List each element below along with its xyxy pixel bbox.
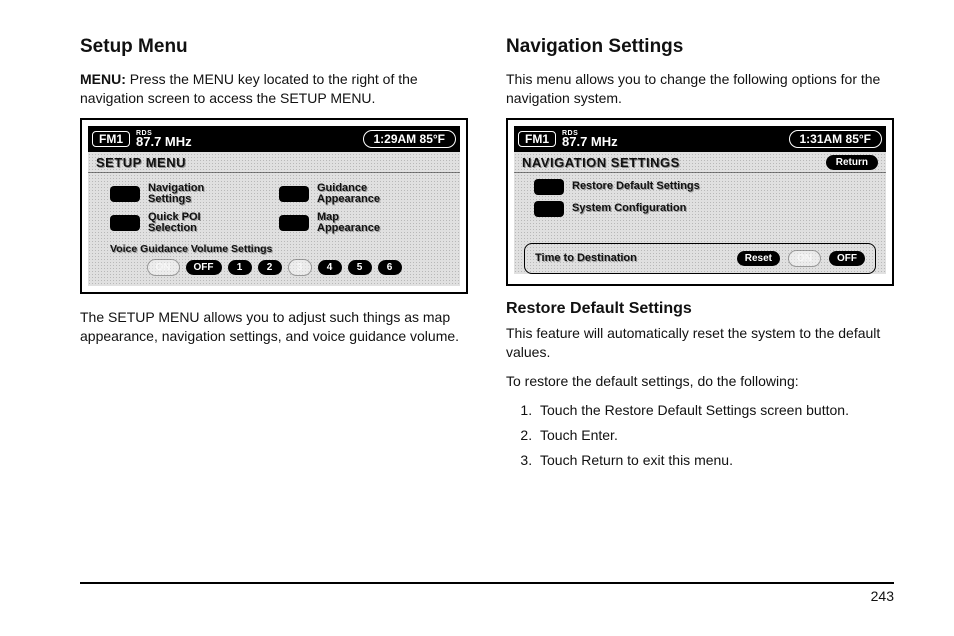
nav-settings-button[interactable]: Navigation Settings xyxy=(110,183,269,206)
screen-title-text: NAVIGATION SETTINGS xyxy=(522,155,680,170)
radio-topbar: FM1 RDS 87.7 MHz 1:31AM 85°F xyxy=(514,126,886,152)
clock-temp-pill: 1:31AM 85°F xyxy=(789,130,883,148)
voice-volume-row: ON OFF 1 2 3 4 5 6 xyxy=(88,255,460,286)
ttd-on-button[interactable]: ON xyxy=(788,250,821,267)
button-icon xyxy=(110,215,140,231)
left-column: Setup Menu MENU: Press the MENU key loca… xyxy=(80,36,468,582)
restore-defaults-button[interactable]: Restore Default Settings xyxy=(534,179,876,195)
button-label: Quick POI Selection xyxy=(148,212,201,235)
nav-settings-screenshot: FM1 RDS 87.7 MHz 1:31AM 85°F NAVIGATION … xyxy=(506,118,894,286)
ttd-label: Time to Destination xyxy=(535,252,729,264)
guidance-appearance-button[interactable]: Guidance Appearance xyxy=(279,183,438,206)
vol-off-button[interactable]: OFF xyxy=(186,260,222,275)
nav-list: Restore Default Settings System Configur… xyxy=(514,173,886,225)
restore-defaults-heading: Restore Default Settings xyxy=(506,300,894,318)
page-number: 243 xyxy=(0,584,954,604)
vol-on-button[interactable]: ON xyxy=(147,259,180,276)
restore-defaults-p2: To restore the default settings, do the … xyxy=(506,372,894,391)
nav-settings-heading: Navigation Settings xyxy=(506,36,894,58)
freq-stack: RDS 87.7 MHz xyxy=(136,130,192,148)
frequency-label: 87.7 MHz xyxy=(562,135,618,148)
button-label: Navigation Settings xyxy=(148,183,204,206)
voice-guidance-caption: Voice Guidance Volume Settings xyxy=(88,241,460,255)
vol-3-button[interactable]: 3 xyxy=(288,259,312,276)
screen-inner: FM1 RDS 87.7 MHz 1:31AM 85°F NAVIGATION … xyxy=(514,126,886,274)
menu-label: MENU: xyxy=(80,71,126,87)
step-2: Touch Enter. xyxy=(536,425,894,446)
time-to-destination-box: Time to Destination Reset ON OFF xyxy=(524,243,876,274)
step-1: Touch the Restore Default Settings scree… xyxy=(536,400,894,421)
setup-menu-screenshot: FM1 RDS 87.7 MHz 1:29AM 85°F SETUP MENU … xyxy=(80,118,468,294)
button-icon xyxy=(534,201,564,217)
screen-title-row: SETUP MENU xyxy=(88,152,460,173)
restore-defaults-p1: This feature will automatically reset th… xyxy=(506,324,894,362)
frequency-label: 87.7 MHz xyxy=(136,135,192,148)
band-indicator: FM1 xyxy=(92,131,130,147)
menu-grid: Navigation Settings Guidance Appearance … xyxy=(88,173,460,241)
setup-menu-heading: Setup Menu xyxy=(80,36,468,58)
map-appearance-button[interactable]: Map Appearance xyxy=(279,212,438,235)
right-column: Navigation Settings This menu allows you… xyxy=(506,36,894,582)
button-label: Map Appearance xyxy=(317,212,380,235)
screen-title-text: SETUP MENU xyxy=(96,155,186,170)
vol-2-button[interactable]: 2 xyxy=(258,260,282,275)
radio-topbar: FM1 RDS 87.7 MHz 1:29AM 85°F xyxy=(88,126,460,152)
setup-menu-intro: MENU: Press the MENU key located to the … xyxy=(80,70,468,108)
vol-6-button[interactable]: 6 xyxy=(378,260,402,275)
page-content: Setup Menu MENU: Press the MENU key loca… xyxy=(0,0,954,582)
freq-stack: RDS 87.7 MHz xyxy=(562,130,618,148)
setup-menu-description: The SETUP MENU allows you to adjust such… xyxy=(80,308,468,346)
quick-poi-button[interactable]: Quick POI Selection xyxy=(110,212,269,235)
return-button[interactable]: Return xyxy=(826,155,878,170)
restore-steps-list: Touch the Restore Default Settings scree… xyxy=(506,400,894,471)
vol-5-button[interactable]: 5 xyxy=(348,260,372,275)
nav-settings-intro: This menu allows you to change the follo… xyxy=(506,70,894,108)
button-label: Restore Default Settings xyxy=(572,181,700,193)
screen-inner: FM1 RDS 87.7 MHz 1:29AM 85°F SETUP MENU … xyxy=(88,126,460,286)
band-indicator: FM1 xyxy=(518,131,556,147)
menu-intro-text: Press the MENU key located to the right … xyxy=(80,71,418,106)
button-icon xyxy=(534,179,564,195)
screen-title-row: NAVIGATION SETTINGS Return xyxy=(514,152,886,173)
ttd-reset-button[interactable]: Reset xyxy=(737,251,780,266)
clock-temp-pill: 1:29AM 85°F xyxy=(363,130,457,148)
button-label: Guidance Appearance xyxy=(317,183,380,206)
ttd-off-button[interactable]: OFF xyxy=(829,251,865,266)
system-config-button[interactable]: System Configuration xyxy=(534,201,876,217)
step-3: Touch Return to exit this menu. xyxy=(536,450,894,471)
button-icon xyxy=(110,186,140,202)
vol-1-button[interactable]: 1 xyxy=(228,260,252,275)
button-label: System Configuration xyxy=(572,203,686,215)
button-icon xyxy=(279,215,309,231)
vol-4-button[interactable]: 4 xyxy=(318,260,342,275)
button-icon xyxy=(279,186,309,202)
